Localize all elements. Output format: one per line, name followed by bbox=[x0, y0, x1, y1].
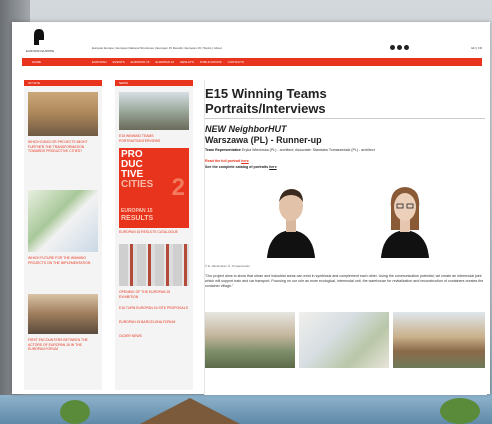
list-item[interactable]: Older news bbox=[119, 334, 189, 339]
sidebar-heading: NEWS bbox=[115, 80, 193, 86]
nav-home[interactable]: HOME bbox=[32, 60, 92, 64]
project-name: NEW NeighborHUT bbox=[205, 124, 287, 134]
project-quote: "Our project aims to show that urban and… bbox=[205, 274, 484, 288]
nav-item-contacts[interactable]: CONTACTS bbox=[228, 60, 244, 64]
social-icons bbox=[390, 45, 409, 50]
thumbnail-forum[interactable] bbox=[28, 294, 98, 334]
divider bbox=[205, 118, 485, 119]
list-item[interactable]: E16 Turn Europan 16 Site Proposals bbox=[119, 306, 189, 311]
thumbnail-exhibition[interactable] bbox=[119, 244, 189, 286]
logo-text: EUROPAN EUROPE bbox=[26, 49, 55, 53]
nav-item-results[interactable]: RESULTS bbox=[180, 60, 194, 64]
poster-text: EUROPAN 15 bbox=[121, 208, 153, 214]
portrait-woman bbox=[375, 178, 435, 258]
twitter-icon[interactable] bbox=[397, 45, 402, 50]
poster-text: RESULTS bbox=[121, 215, 154, 222]
project-image-plan[interactable] bbox=[299, 312, 389, 368]
catalogue-text: See the complete catalog of portraits bbox=[205, 165, 269, 169]
list-item[interactable]: Europan 15 Results Catalogue bbox=[119, 230, 189, 235]
background-tree bbox=[440, 398, 480, 424]
list-item[interactable]: Europan 15 Barcelona Forum bbox=[119, 320, 189, 325]
poster-number: 2 bbox=[171, 174, 185, 201]
read-portrait-line: Read the full portrait here bbox=[205, 159, 249, 163]
project-image-render[interactable] bbox=[393, 312, 485, 368]
europan-logo-icon[interactable] bbox=[30, 28, 46, 46]
nav-item-europan16[interactable]: EUROPAN 16 bbox=[155, 60, 174, 64]
portrait-man bbox=[261, 178, 321, 258]
nav-item-events[interactable]: EVENTS bbox=[113, 60, 125, 64]
sidebar-heading: ON SITE bbox=[24, 80, 102, 86]
background-roof bbox=[140, 398, 240, 424]
main-content: E15 Winning Teams Portraits/Interviews N… bbox=[204, 80, 487, 395]
sidebar-on-site: ON SITE Which ideas or projects might fu… bbox=[24, 80, 102, 390]
instagram-icon[interactable] bbox=[404, 45, 409, 50]
sidebar-news: NEWS E15 Winning Teams Portraits/Intervi… bbox=[115, 80, 193, 390]
results-poster[interactable]: PRO DUC TIVE CITIES 2 EUROPAN 15 RESULTS bbox=[119, 148, 189, 228]
project-location: Warszawa (PL) - Runner-up bbox=[205, 135, 322, 145]
webpage: EUROPAN EUROPE Europan Europe | Europan … bbox=[12, 22, 490, 395]
thumbnail-building[interactable] bbox=[28, 92, 98, 136]
read-portrait-link[interactable]: here bbox=[241, 159, 249, 163]
facebook-icon[interactable] bbox=[390, 45, 395, 50]
read-portrait-text: Read the full portrait bbox=[205, 159, 241, 163]
language-switch[interactable]: EN | FR bbox=[471, 46, 482, 50]
project-image-aerial[interactable] bbox=[205, 312, 295, 368]
top-links[interactable]: Europan Europe | Europan National Struct… bbox=[92, 46, 222, 50]
nav-item-europan[interactable]: EUROPAN bbox=[92, 60, 107, 64]
list-item[interactable]: Opening of the Europan 15 Exhibition bbox=[119, 290, 189, 299]
background-tree bbox=[60, 400, 90, 424]
thumbnail-plan[interactable] bbox=[28, 190, 98, 252]
nav-item-europan15[interactable]: EUROPAN 15 bbox=[131, 60, 150, 64]
list-item[interactable]: Which future for the winning projects on… bbox=[28, 256, 98, 265]
main-nav: HOME EUROPAN EVENTS EUROPAN 15 EUROPAN 1… bbox=[22, 58, 482, 66]
catalogue-link[interactable]: here bbox=[269, 165, 277, 169]
team-text: Eryka Wieckrska (PL) - architect; Associ… bbox=[241, 148, 375, 152]
nav-item-publications[interactable]: PUBLICATIONS bbox=[200, 60, 222, 64]
list-item[interactable]: First encounters between the actors of E… bbox=[28, 338, 98, 352]
photo-credit: © E. Wieckrska / S. Tomaszewski bbox=[205, 264, 250, 268]
list-item[interactable]: Which ideas or projects might further th… bbox=[28, 140, 98, 154]
team-label: Team Representative bbox=[205, 148, 241, 152]
list-item[interactable]: E15 Winning Teams Portraits/Interviews bbox=[119, 134, 189, 143]
team-info: Team Representative Eryka Wieckrska (PL)… bbox=[205, 148, 485, 153]
page-title: E15 Winning Teams Portraits/Interviews bbox=[205, 86, 327, 116]
thumbnail-portraits[interactable] bbox=[119, 92, 189, 130]
poster-text: CITIES bbox=[121, 179, 154, 190]
site-header: EUROPAN EUROPE Europan Europe | Europan … bbox=[12, 22, 490, 58]
catalogue-line: See the complete catalog of portraits he… bbox=[205, 165, 277, 169]
